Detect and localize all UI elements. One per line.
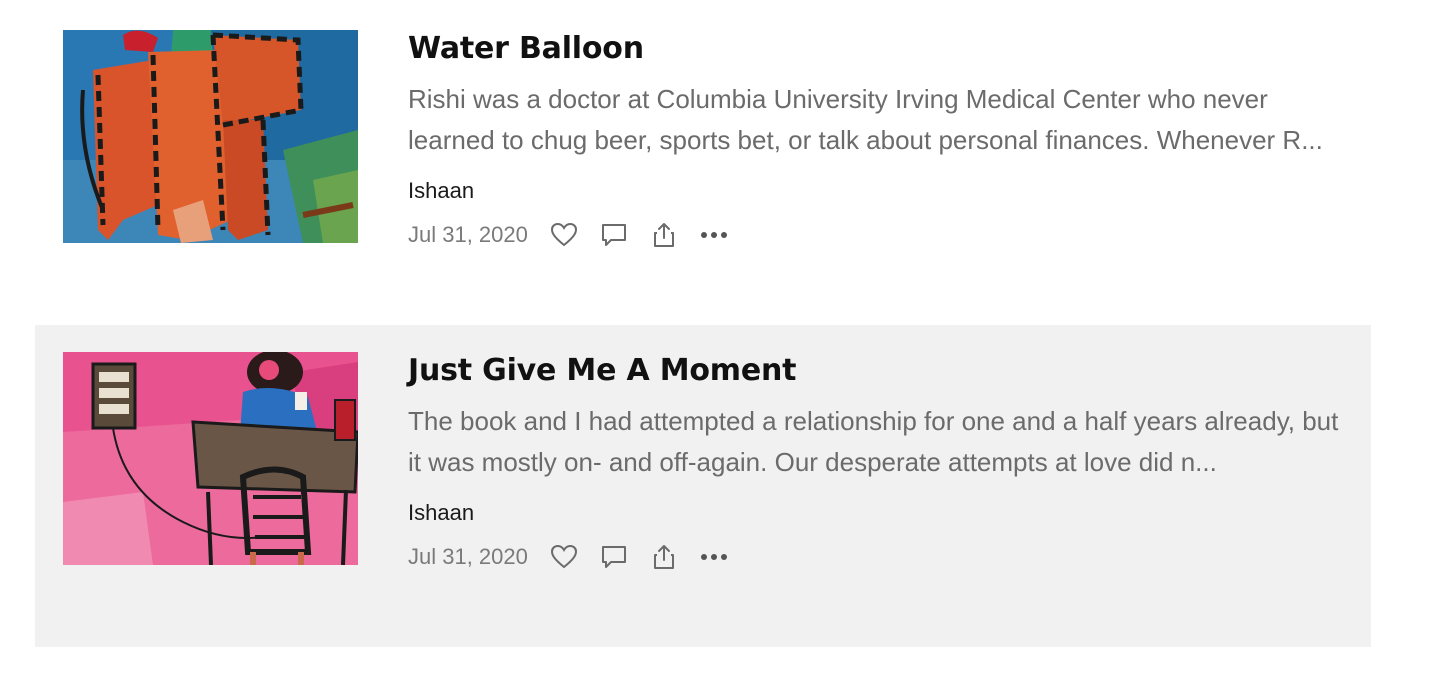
post-meta: Jul 31, 2020 [408,219,1358,251]
post-date: Jul 31, 2020 [408,222,528,247]
post-excerpt[interactable]: The book and I had attempted a relations… [408,401,1348,483]
post-author[interactable]: Ishaan [408,497,1358,529]
post-item[interactable]: Just Give Me A Moment The book and I had… [35,325,1371,647]
comment-icon[interactable] [600,541,628,573]
heart-icon[interactable] [550,219,578,251]
comment-icon[interactable] [600,219,628,251]
post-excerpt[interactable]: Rishi was a doctor at Columbia Universit… [408,79,1348,161]
more-icon[interactable] [700,219,728,251]
heart-icon[interactable] [550,541,578,573]
post-thumbnail[interactable] [63,352,358,565]
post-item[interactable]: Water Balloon Rishi was a doctor at Colu… [35,3,1371,325]
post-meta: Jul 31, 2020 [408,541,1358,573]
post-title[interactable]: Water Balloon [408,29,1358,69]
post-title[interactable]: Just Give Me A Moment [408,351,1358,391]
post-thumbnail[interactable] [63,30,358,243]
post-author[interactable]: Ishaan [408,175,1358,207]
post-date: Jul 31, 2020 [408,544,528,569]
more-icon[interactable] [700,541,728,573]
share-icon[interactable] [650,219,678,251]
share-icon[interactable] [650,541,678,573]
